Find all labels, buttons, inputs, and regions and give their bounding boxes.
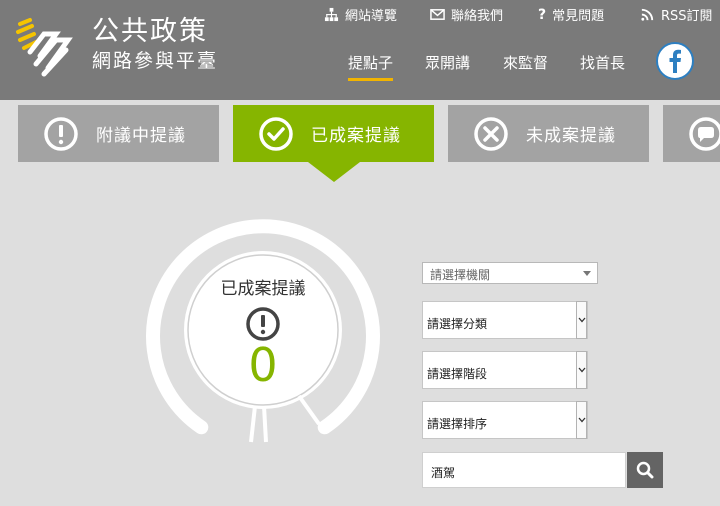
chevron-down-icon: [576, 351, 587, 389]
search-input[interactable]: 酒駕: [422, 452, 626, 488]
utility-link-label: 網站導覽: [345, 9, 398, 24]
search-button[interactable]: [627, 452, 663, 488]
brand-title[interactable]: 公共政策: [92, 18, 208, 45]
search-icon: [636, 461, 654, 479]
tab-label: 附議中提議: [96, 126, 186, 146]
status-tab-bar: 附議中提議 已成案提議 未成案提議: [0, 100, 720, 164]
tab-label: 未成案提議: [526, 126, 616, 146]
caret-down-icon: [583, 271, 591, 276]
tab-more[interactable]: [663, 105, 720, 162]
utility-link-faq[interactable]: ? 常見問題: [538, 5, 605, 25]
facebook-button[interactable]: [656, 42, 694, 80]
category-select-value: 請選擇分類: [427, 317, 488, 331]
exclamation-circle-icon: [44, 116, 78, 151]
nav-item-discuss[interactable]: 眾開講: [425, 52, 470, 73]
stage-select[interactable]: 請選擇階段: [422, 351, 588, 389]
utility-link-label: RSS訂閱: [661, 9, 713, 24]
gauge-title: 已成案提議: [220, 279, 306, 299]
nav-item-ideas[interactable]: 提點子: [348, 52, 394, 81]
exclamation-circle-icon: [246, 307, 280, 341]
chevron-down-icon: [576, 301, 587, 339]
x-circle-icon: [474, 116, 508, 151]
question-icon: ?: [538, 6, 547, 23]
sort-select-value: 請選擇排序: [427, 417, 488, 431]
agency-select-value: 請選擇機關: [430, 268, 491, 282]
nav-item-supervise[interactable]: 來監督: [503, 52, 548, 73]
utility-link-contact[interactable]: 聯絡我們: [430, 5, 503, 24]
chevron-down-icon: [576, 401, 587, 439]
sitemap-icon: [324, 7, 339, 22]
category-select[interactable]: 請選擇分類: [422, 301, 588, 339]
site-header: 公共政策 網路參與平臺 網站導覽 聯絡我們 ? 常見問題 RSS訂閱 提點子 眾…: [0, 0, 720, 100]
logo-icon[interactable]: [14, 16, 78, 80]
chat-bubble-icon: [689, 116, 720, 151]
envelope-icon: [430, 9, 445, 20]
rss-icon: [641, 8, 654, 21]
tab-failed[interactable]: 未成案提議: [448, 105, 649, 162]
brand-subtitle[interactable]: 網路參與平臺: [92, 52, 218, 71]
active-tab-pointer: [308, 162, 360, 182]
check-circle-icon: [259, 116, 293, 151]
utility-link-label: 聯絡我們: [451, 9, 504, 24]
sort-select[interactable]: 請選擇排序: [422, 401, 588, 439]
search-input-value: 酒駕: [431, 466, 456, 480]
utility-link-rss[interactable]: RSS訂閱: [640, 5, 713, 24]
proposal-count: 0: [248, 338, 278, 392]
tab-passed[interactable]: 已成案提議: [233, 105, 434, 162]
tab-pending[interactable]: 附議中提議: [18, 105, 219, 162]
utility-link-label: 常見問題: [552, 9, 605, 24]
stage-select-value: 請選擇階段: [427, 367, 488, 381]
nav-item-officials[interactable]: 找首長: [580, 52, 625, 73]
facebook-icon: [669, 49, 681, 73]
agency-select[interactable]: 請選擇機關: [422, 262, 598, 284]
tab-label: 已成案提議: [311, 126, 401, 146]
utility-link-sitemap[interactable]: 網站導覽: [324, 5, 397, 24]
